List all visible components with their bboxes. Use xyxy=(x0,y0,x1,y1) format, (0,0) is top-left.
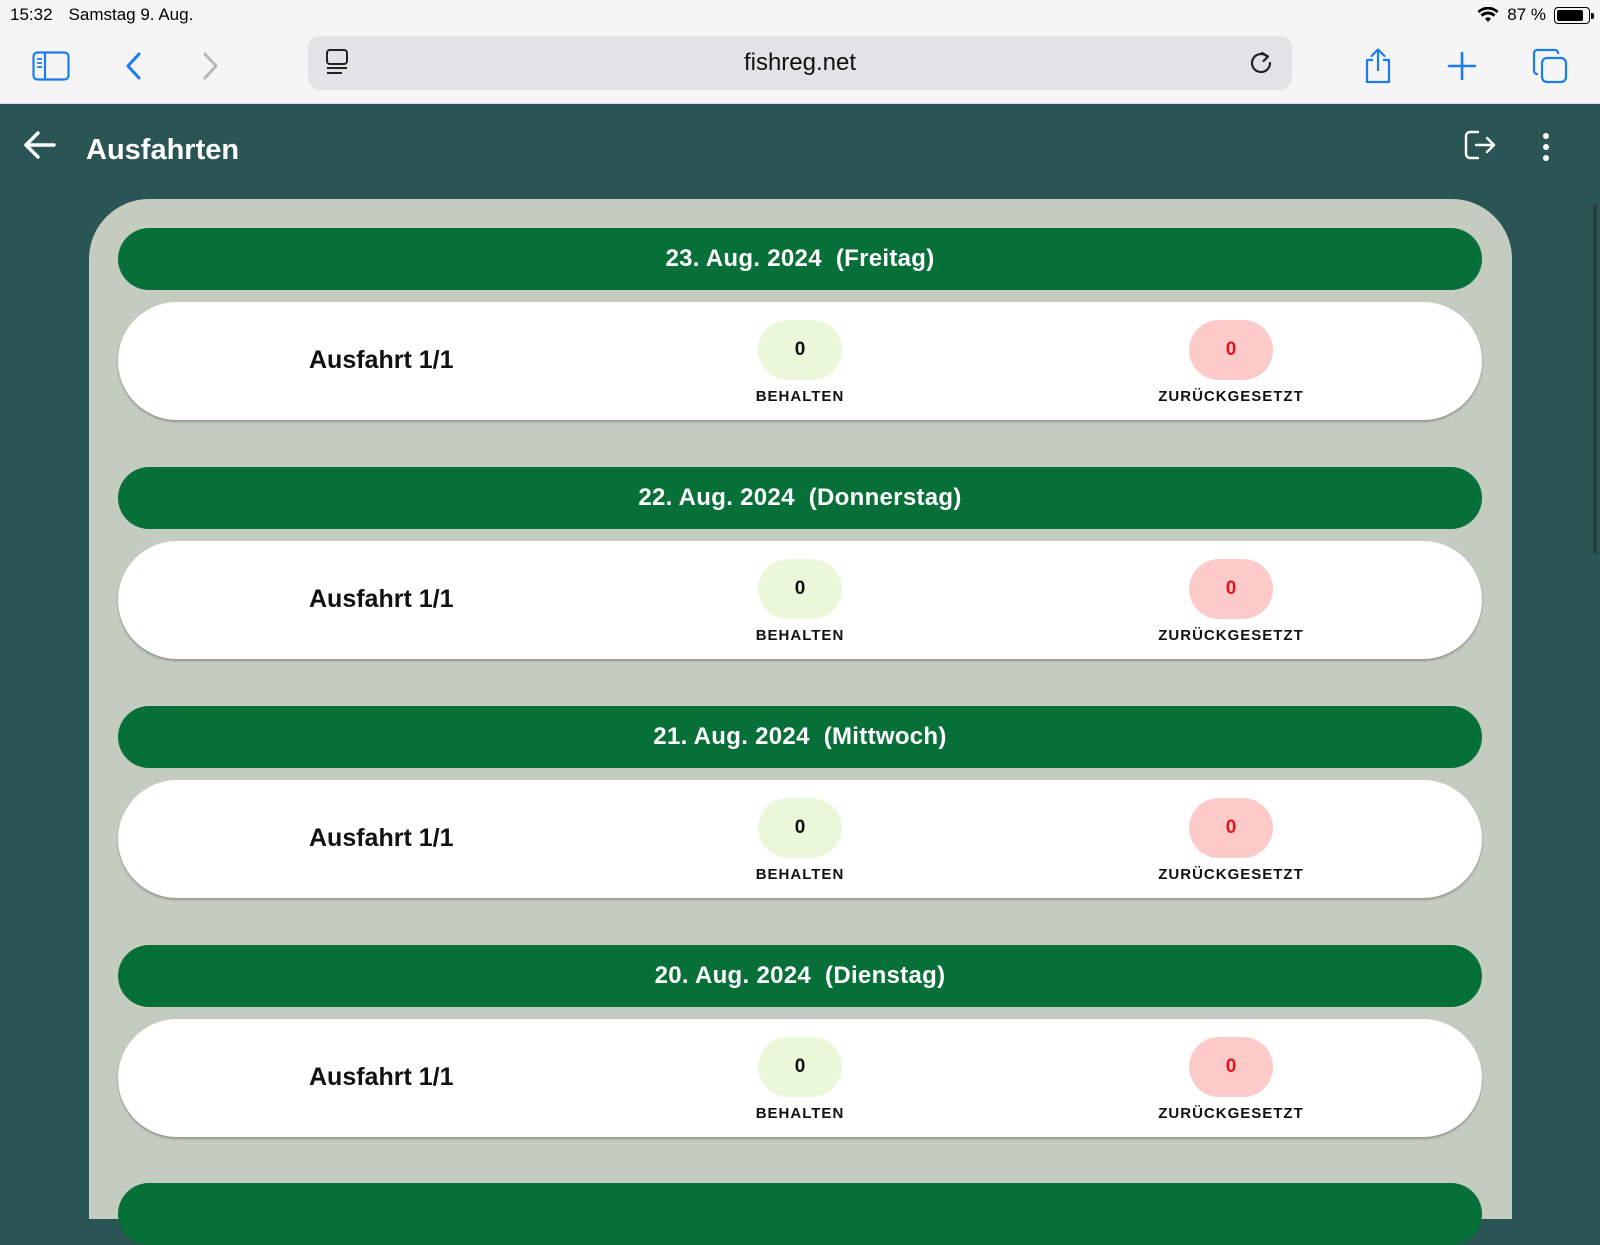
reset-count-pill: 0 xyxy=(1189,559,1273,619)
trip-weekday: (Mittwoch) xyxy=(823,723,947,750)
trip-date: 23. Aug. 2024 xyxy=(665,245,822,272)
reset-label: ZURÜCKGESETZT xyxy=(1158,388,1304,405)
kept-label: BEHALTEN xyxy=(755,627,845,644)
reset-stat: 0 ZURÜCKGESETZT xyxy=(1131,559,1331,644)
date-header: 20. Aug. 2024 (Dienstag) xyxy=(118,945,1482,1007)
reset-label: ZURÜCKGESETZT xyxy=(1158,1105,1304,1122)
reset-stat: 0 ZURÜCKGESETZT xyxy=(1131,320,1331,405)
tabs-overview-icon[interactable] xyxy=(1528,44,1572,88)
date-header: 21. Aug. 2024 (Mittwoch) xyxy=(118,706,1482,768)
forward-icon[interactable] xyxy=(188,44,232,88)
more-menu-icon[interactable] xyxy=(1540,132,1552,167)
page-title: Ausfahrten xyxy=(86,134,240,166)
reset-count-pill: 0 xyxy=(1189,320,1273,380)
status-date: Samstag 9. Aug. xyxy=(68,5,194,24)
reset-label: ZURÜCKGESETZT xyxy=(1158,866,1304,883)
kept-count-pill: 0 xyxy=(758,1037,842,1097)
page-scrollbar[interactable] xyxy=(1593,204,1597,554)
page-menu-icon[interactable] xyxy=(324,48,350,85)
trip-date: 21. Aug. 2024 xyxy=(653,723,810,750)
kept-stat: 0 BEHALTEN xyxy=(710,798,890,883)
trip-card[interactable]: Ausfahrt 1/1 0 BEHALTEN 0 ZURÜCKGESETZT xyxy=(118,302,1482,420)
trip-weekday: (Donnerstag) xyxy=(808,484,962,511)
status-bar: 15:32 Samstag 9. Aug. 87 % xyxy=(0,0,1600,30)
kept-stat: 0 BEHALTEN xyxy=(710,1037,890,1122)
battery-percent: 87 % xyxy=(1507,5,1546,24)
trip-date: 20. Aug. 2024 xyxy=(654,962,812,989)
reset-count-pill: 0 xyxy=(1189,1037,1273,1097)
logout-icon[interactable] xyxy=(1462,128,1498,167)
trip-date: 22. Aug. 2024 xyxy=(638,484,795,511)
new-tab-icon[interactable] xyxy=(1440,44,1484,88)
wifi-icon xyxy=(1477,7,1499,22)
trip-label: Ausfahrt 1/1 xyxy=(309,1063,454,1091)
trip-card[interactable]: Ausfahrt 1/1 0 BEHALTEN 0 ZURÜCKGESETZT xyxy=(118,1019,1482,1137)
trip-group: 21. Aug. 2024 (Mittwoch) Ausfahrt 1/1 0 … xyxy=(118,706,1482,898)
kept-label: BEHALTEN xyxy=(755,866,845,883)
kept-count-pill: 0 xyxy=(758,559,842,619)
reset-label: ZURÜCKGESETZT xyxy=(1158,627,1304,644)
browser-toolbar: fishreg.net xyxy=(0,30,1600,104)
battery-icon xyxy=(1554,6,1594,24)
reset-count-pill: 0 xyxy=(1189,798,1273,858)
date-header-partial xyxy=(118,1183,1482,1245)
trip-weekday: (Freitag) xyxy=(835,245,935,272)
url-text[interactable]: fishreg.net xyxy=(744,49,856,77)
trip-label: Ausfahrt 1/1 xyxy=(309,346,454,374)
trip-group: 22. Aug. 2024 (Donnerstag) Ausfahrt 1/1 … xyxy=(118,467,1482,659)
reset-stat: 0 ZURÜCKGESETZT xyxy=(1131,798,1331,883)
kept-label: BEHALTEN xyxy=(755,388,845,405)
status-right: 87 % xyxy=(1477,5,1594,25)
kept-label: BEHALTEN xyxy=(755,1105,845,1122)
trip-label: Ausfahrt 1/1 xyxy=(309,585,454,613)
address-bar[interactable]: fishreg.net xyxy=(308,36,1292,90)
kept-count-pill: 0 xyxy=(758,798,842,858)
back-icon[interactable] xyxy=(112,44,156,88)
battery-fill xyxy=(1557,9,1584,21)
trip-label: Ausfahrt 1/1 xyxy=(309,824,454,852)
trip-group: 20. Aug. 2024 (Dienstag) Ausfahrt 1/1 0 … xyxy=(118,945,1482,1137)
reload-icon[interactable] xyxy=(1248,48,1276,85)
trip-card[interactable]: Ausfahrt 1/1 0 BEHALTEN 0 ZURÜCKGESETZT xyxy=(118,780,1482,898)
trip-weekday: (Dienstag) xyxy=(825,962,946,989)
status-time: 15:32 xyxy=(10,5,53,24)
kept-count-pill: 0 xyxy=(758,320,842,380)
share-icon[interactable] xyxy=(1356,44,1400,88)
app-header: Ausfahrten xyxy=(0,104,1600,200)
kept-stat: 0 BEHALTEN xyxy=(710,320,890,405)
trips-panel: 23. Aug. 2024 (Freitag) Ausfahrt 1/1 0 B… xyxy=(89,199,1512,1245)
back-arrow-icon[interactable] xyxy=(22,128,58,167)
sidebar-toggle-icon[interactable] xyxy=(29,44,73,88)
reset-stat: 0 ZURÜCKGESETZT xyxy=(1131,1037,1331,1122)
kept-stat: 0 BEHALTEN xyxy=(710,559,890,644)
trip-group: 23. Aug. 2024 (Freitag) Ausfahrt 1/1 0 B… xyxy=(118,228,1482,420)
date-header: 22. Aug. 2024 (Donnerstag) xyxy=(118,467,1482,529)
date-header: 23. Aug. 2024 (Freitag) xyxy=(118,228,1482,290)
trip-card[interactable]: Ausfahrt 1/1 0 BEHALTEN 0 ZURÜCKGESETZT xyxy=(118,541,1482,659)
